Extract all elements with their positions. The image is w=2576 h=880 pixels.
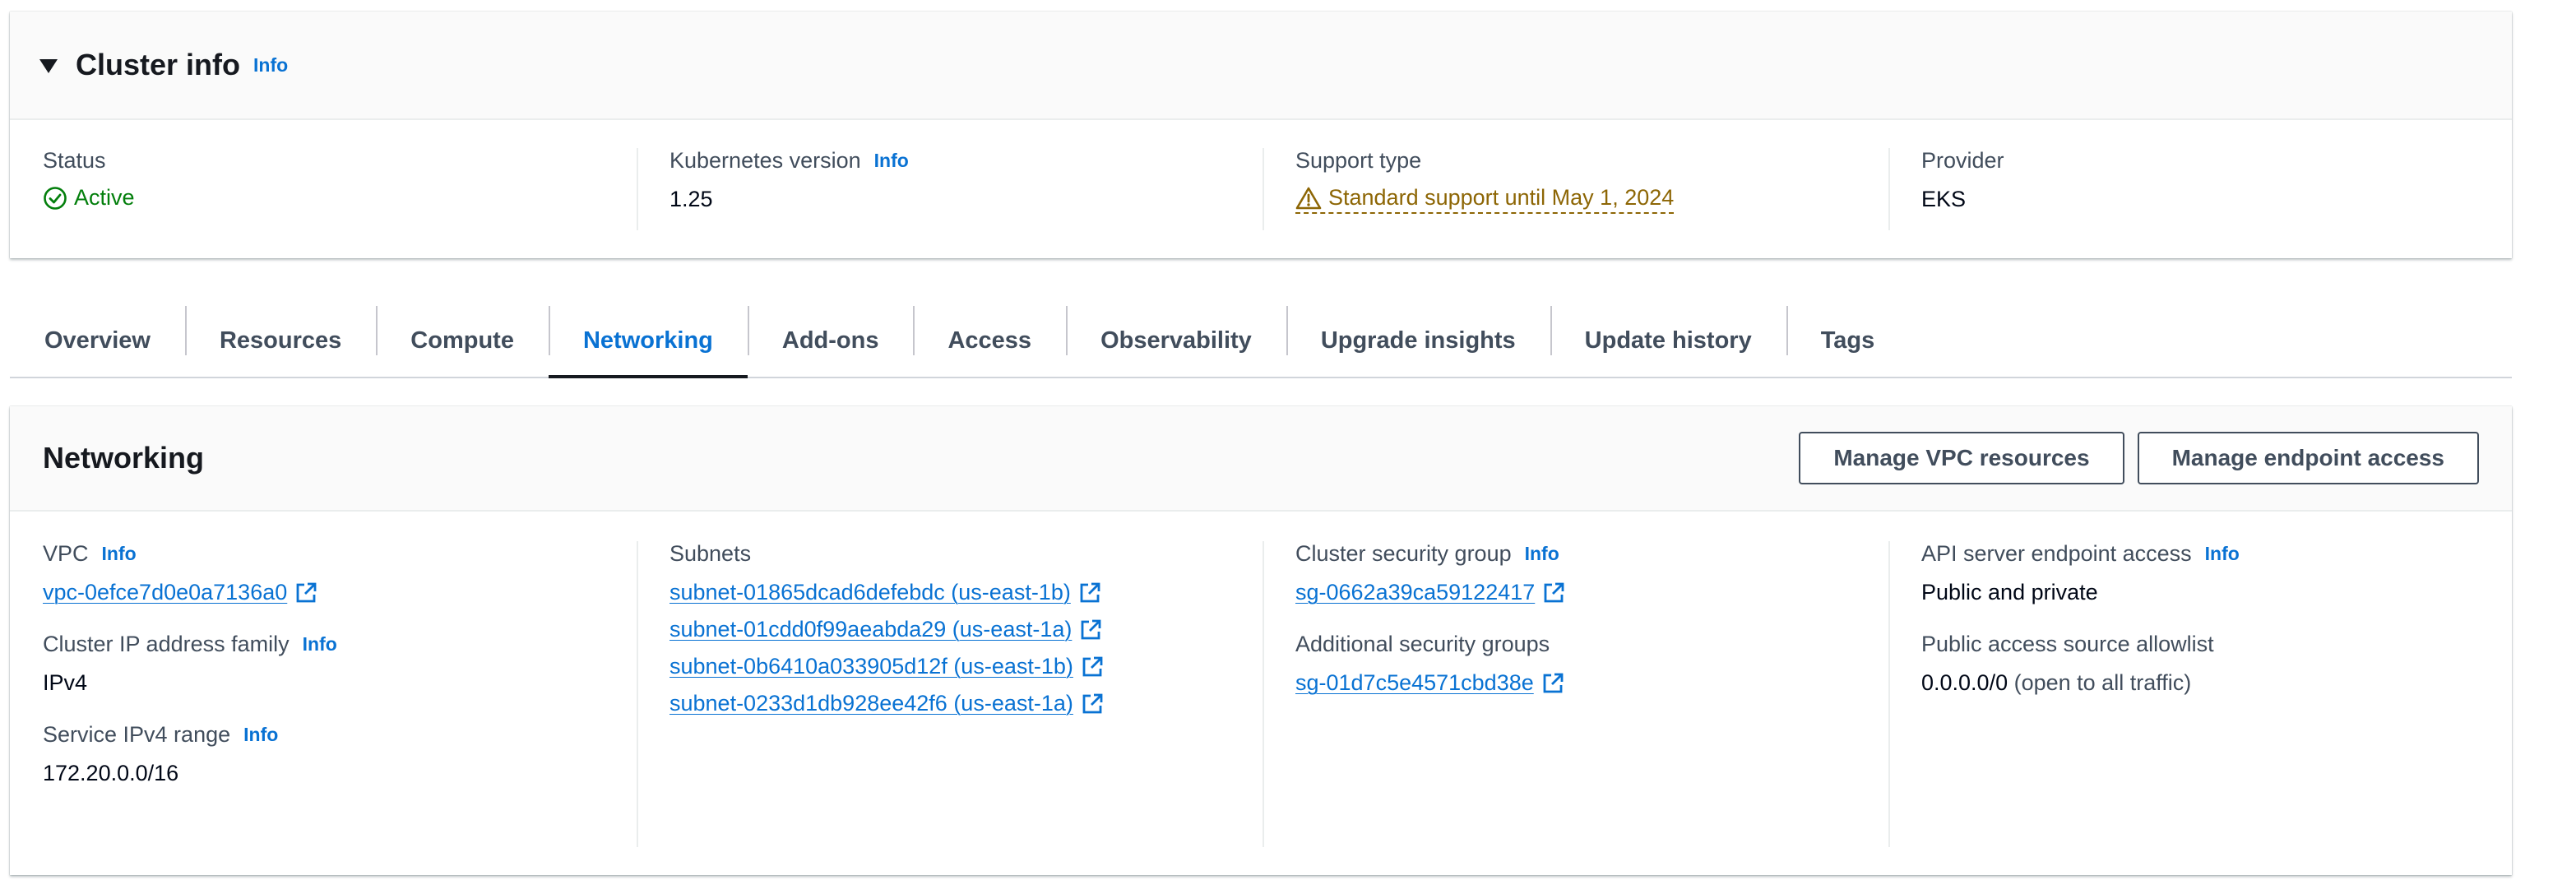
allowlist-cidr: 0.0.0.0/0 [1921, 670, 2008, 695]
support-type-text: Standard support until May 1, 2024 [1328, 185, 1675, 210]
status-label: Status [43, 148, 106, 173]
manage-endpoint-access-button[interactable]: Manage endpoint access [2137, 432, 2479, 484]
cluster-info-title: Cluster info [76, 48, 241, 81]
subnet-link-text: subnet-0233d1db928ee42f6 (us-east-1a) [669, 691, 1073, 716]
subnet-link[interactable]: subnet-0b6410a033905d12f (us-east-1b) [669, 654, 1105, 679]
service-range-info-link[interactable]: Info [243, 724, 278, 746]
kubernetes-version-label-text: Kubernetes version [669, 148, 861, 173]
external-link-icon [296, 582, 317, 602]
ip-family-label: Cluster IP address family Info [43, 632, 637, 657]
cluster-info-panel: Cluster info Info Status Active Kubernet… [10, 12, 2512, 258]
subnet-link[interactable]: subnet-0233d1db928ee42f6 (us-east-1a) [669, 691, 1105, 716]
tab-access[interactable]: Access [913, 304, 1066, 377]
service-range-field: Service IPv4 range Info 172.20.0.0/16 [43, 722, 637, 786]
cluster-sg-label: Cluster security group Info [1295, 541, 1888, 567]
external-link-icon [1082, 693, 1103, 713]
external-link-icon [1081, 619, 1101, 639]
status-text: Active [74, 185, 135, 210]
subnets-column: Subnets subnet-01865dcad6defebdc (us-eas… [637, 541, 1263, 847]
kubernetes-version-info-link[interactable]: Info [874, 150, 909, 172]
endpoint-access-label-text: API server endpoint access [1921, 541, 2192, 566]
subnet-link-text: subnet-01865dcad6defebdc (us-east-1b) [669, 580, 1071, 604]
vpc-info-link[interactable]: Info [102, 543, 137, 565]
vpc-link[interactable]: vpc-0efce7d0e0a7136a0 [43, 580, 318, 605]
service-range-label-text: Service IPv4 range [43, 722, 231, 747]
additional-sg-label: Additional security groups [1295, 632, 1550, 656]
caret-down-icon[interactable] [39, 58, 58, 73]
additional-sg-link-text: sg-01d7c5e4571cbd38e [1295, 670, 1534, 695]
tab-upgrade-insights[interactable]: Upgrade insights [1286, 304, 1550, 377]
vpc-field: VPC Info vpc-0efce7d0e0a7136a0 [43, 541, 637, 605]
tab-compute[interactable]: Compute [376, 304, 549, 377]
additional-sg-field: Additional security groups sg-01d7c5e457… [1295, 632, 1888, 696]
endpoint-access-info-link[interactable]: Info [2205, 543, 2240, 565]
tab-observability[interactable]: Observability [1066, 304, 1286, 377]
allowlist-field: Public access source allowlist 0.0.0.0/0… [1921, 632, 2512, 696]
status-column: Status Active [10, 148, 637, 230]
ip-family-info-link[interactable]: Info [303, 633, 337, 655]
networking-panel: Networking Manage VPC resources Manage e… [10, 406, 2512, 875]
support-type-value[interactable]: Standard support until May 1, 2024 [1295, 185, 1675, 214]
allowlist-note: (open to all traffic) [2013, 670, 2192, 695]
tab-resources[interactable]: Resources [184, 304, 376, 377]
endpoint-access-value: Public and private [1921, 580, 2098, 604]
tab-tags[interactable]: Tags [1786, 304, 1910, 377]
endpoint-access-field: API server endpoint access Info Public a… [1921, 541, 2512, 605]
external-link-icon [1082, 656, 1103, 676]
vpc-column: VPC Info vpc-0efce7d0e0a7136a0 Cluster I [10, 541, 637, 847]
networking-actions: Manage VPC resources Manage endpoint acc… [1799, 432, 2479, 484]
external-link-icon [1544, 582, 1564, 602]
kubernetes-version-column: Kubernetes version Info 1.25 [637, 148, 1263, 230]
support-type-label: Support type [1295, 148, 1422, 173]
external-link-icon [1080, 582, 1100, 602]
tab-add-ons[interactable]: Add-ons [747, 304, 914, 377]
check-circle-icon [44, 186, 67, 210]
provider-column: Provider EKS [1888, 148, 2512, 230]
cluster-info-info-link[interactable]: Info [253, 54, 288, 76]
subnets-label: Subnets [669, 541, 752, 566]
security-groups-column: Cluster security group Info sg-0662a39ca… [1263, 541, 1888, 847]
tab-update-history[interactable]: Update history [1550, 304, 1786, 377]
provider-value: EKS [1921, 187, 1967, 211]
service-range-value: 172.20.0.0/16 [43, 761, 179, 785]
allowlist-value: 0.0.0.0/0 (open to all traffic) [1921, 670, 2512, 696]
networking-header: Networking Manage VPC resources Manage e… [10, 406, 2512, 512]
cluster-sg-label-text: Cluster security group [1295, 541, 1512, 566]
subnet-link[interactable]: subnet-01865dcad6defebdc (us-east-1b) [669, 580, 1102, 605]
vpc-label-text: VPC [43, 541, 89, 566]
support-type-column: Support type Standard support until May … [1263, 148, 1888, 230]
kubernetes-version-value: 1.25 [669, 187, 713, 211]
status-value: Active [43, 185, 637, 211]
allowlist-label: Public access source allowlist [1921, 632, 2214, 656]
endpoint-access-column: API server endpoint access Info Public a… [1888, 541, 2512, 847]
cluster-info-header[interactable]: Cluster info Info [10, 12, 2512, 120]
subnet-link-text: subnet-0b6410a033905d12f (us-east-1b) [669, 654, 1073, 679]
networking-title: Networking [43, 441, 205, 475]
manage-vpc-resources-button[interactable]: Manage VPC resources [1799, 432, 2124, 484]
vpc-label: VPC Info [43, 541, 637, 567]
service-range-label: Service IPv4 range Info [43, 722, 637, 748]
cluster-sg-info-link[interactable]: Info [1525, 543, 1559, 565]
tab-overview[interactable]: Overview [10, 304, 185, 377]
cluster-sg-field: Cluster security group Info sg-0662a39ca… [1295, 541, 1888, 605]
kubernetes-version-label: Kubernetes version Info [669, 148, 1263, 174]
additional-sg-link[interactable]: sg-01d7c5e4571cbd38e [1295, 670, 1565, 696]
tab-networking[interactable]: Networking [548, 304, 748, 378]
ip-family-label-text: Cluster IP address family [43, 632, 290, 656]
ip-family-value: IPv4 [43, 670, 88, 695]
cluster-sg-link[interactable]: sg-0662a39ca59122417 [1295, 580, 1566, 605]
provider-label: Provider [1921, 148, 2004, 173]
subnet-link-text: subnet-01cdd0f99aeabda29 (us-east-1a) [669, 617, 1073, 641]
external-link-icon [1543, 673, 1564, 692]
subnet-link[interactable]: subnet-01cdd0f99aeabda29 (us-east-1a) [669, 617, 1103, 642]
ip-family-field: Cluster IP address family Info IPv4 [43, 632, 637, 696]
vpc-link-text: vpc-0efce7d0e0a7136a0 [43, 580, 288, 604]
cluster-tabs: Overview Resources Compute Networking Ad… [10, 304, 2512, 378]
endpoint-access-label: API server endpoint access Info [1921, 541, 2512, 567]
cluster-sg-link-text: sg-0662a39ca59122417 [1295, 580, 1536, 604]
warning-icon [1295, 187, 1322, 209]
